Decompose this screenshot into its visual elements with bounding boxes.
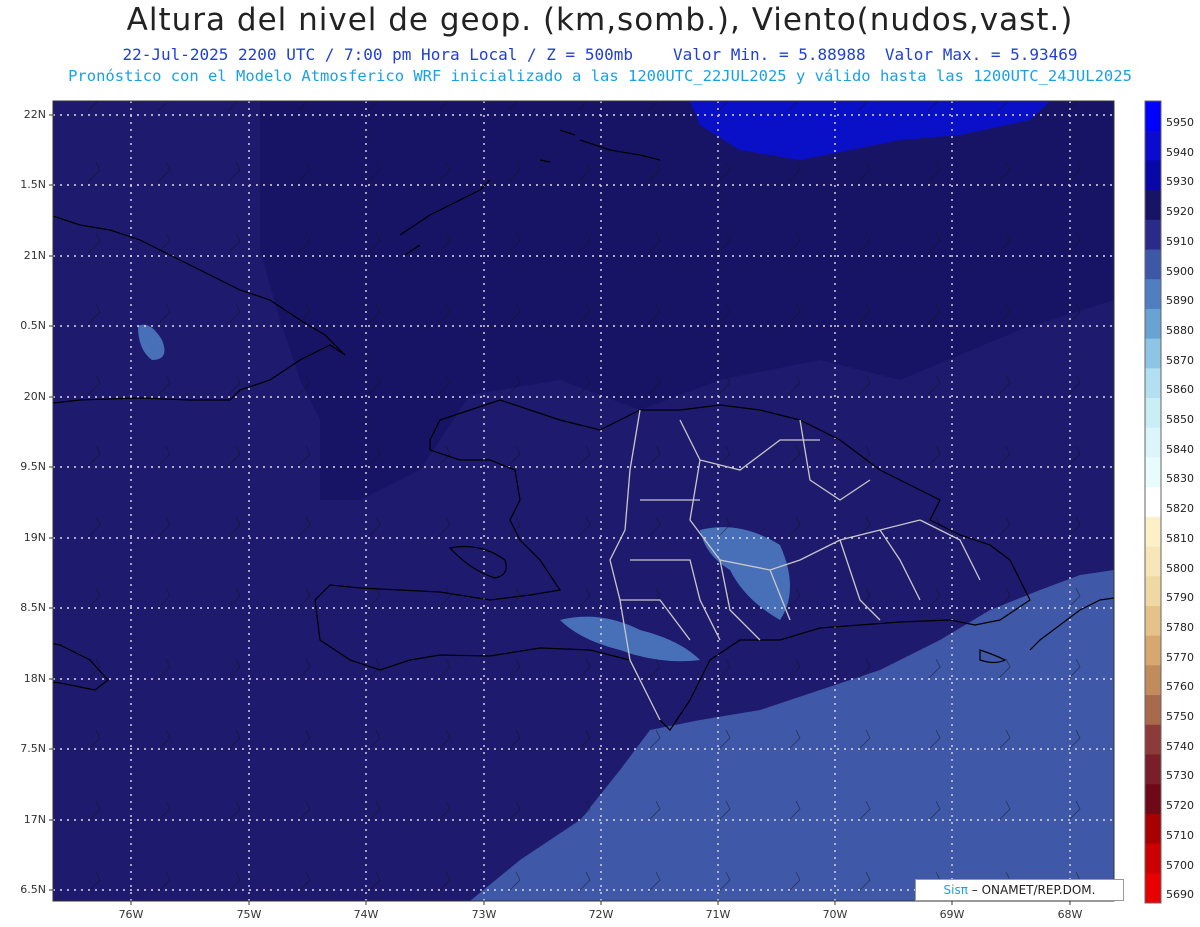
lat-label: 8.5N — [20, 601, 46, 614]
colorbar-swatch — [1145, 130, 1161, 161]
colorbar-swatch — [1145, 546, 1161, 577]
colorbar-swatch — [1145, 843, 1161, 874]
lon-label: 70W — [822, 908, 848, 921]
lat-label: 6.5N — [20, 883, 46, 896]
colorbar-label: 5870 — [1166, 353, 1194, 367]
colorbar-label: 5700 — [1166, 858, 1194, 872]
colorbar-label: 5850 — [1166, 413, 1194, 427]
colorbar-swatch — [1145, 784, 1161, 815]
lon-label: 76W — [118, 908, 144, 921]
lon-label: 69W — [939, 908, 965, 921]
lat-label: 22N — [23, 108, 46, 121]
credit-brand: Sisπ — [943, 883, 968, 897]
credit-box: Sisπ – ONAMET/REP.DOM. — [915, 879, 1124, 901]
colorbar-swatch — [1145, 457, 1161, 488]
colorbar-label: 5860 — [1166, 383, 1194, 397]
colorbar-label: 5770 — [1166, 650, 1194, 664]
colorbar — [1144, 100, 1162, 904]
colorbar-swatch — [1145, 813, 1161, 845]
lon-ticks — [130, 901, 1071, 905]
colorbar-label: 5750 — [1166, 710, 1194, 724]
colorbar-label: 5780 — [1166, 620, 1194, 634]
colorbar-label: 5730 — [1166, 769, 1194, 783]
lat-label: 1.5N — [20, 178, 46, 191]
colorbar-swatch — [1145, 101, 1161, 132]
colorbar-label: 5790 — [1166, 591, 1194, 605]
colorbar-swatch — [1145, 249, 1161, 280]
colorbar-swatch — [1145, 219, 1161, 251]
lat-label: 18N — [23, 672, 46, 685]
colorbar-label: 5710 — [1166, 828, 1194, 842]
colorbar-label: 5900 — [1166, 264, 1194, 278]
colorbar-label: 5920 — [1166, 205, 1194, 219]
lon-label: 73W — [471, 908, 497, 921]
colorbar-label: 5760 — [1166, 680, 1194, 694]
colorbar-swatch — [1145, 368, 1161, 399]
colorbar-swatch — [1145, 516, 1161, 548]
colorbar-swatch — [1145, 724, 1161, 755]
map-field — [53, 101, 1114, 901]
colorbar-swatch — [1145, 695, 1161, 726]
colorbar-label: 5820 — [1166, 502, 1194, 516]
lat-ticks — [49, 114, 53, 891]
colorbar-swatch — [1145, 308, 1161, 340]
colorbar-swatch — [1145, 338, 1161, 369]
lat-label: 0.5N — [20, 319, 46, 332]
colorbar-swatch — [1145, 190, 1161, 221]
colorbar-label: 5910 — [1166, 234, 1194, 248]
colorbar-swatch — [1145, 665, 1161, 696]
colorbar-swatch — [1145, 873, 1161, 904]
colorbar-swatch — [1145, 487, 1161, 518]
colorbar-swatch — [1145, 576, 1161, 607]
colorbar-label: 5800 — [1166, 561, 1194, 575]
colorbar-label: 5690 — [1166, 888, 1194, 902]
colorbar-label: 5930 — [1166, 175, 1194, 189]
lon-label: 71W — [705, 908, 731, 921]
lat-label: 20N — [23, 390, 46, 403]
lon-label: 75W — [236, 908, 262, 921]
colorbar-swatch — [1145, 605, 1161, 637]
lat-label: 7.5N — [20, 742, 46, 755]
colorbar-label: 5950 — [1166, 116, 1194, 129]
colorbar-label: 5890 — [1166, 294, 1194, 308]
colorbar-label: 5940 — [1166, 145, 1194, 159]
colorbar-label: 5810 — [1166, 531, 1194, 545]
lon-label: 72W — [588, 908, 614, 921]
colorbar-label: 5830 — [1166, 472, 1194, 486]
colorbar-swatch — [1145, 427, 1161, 458]
lat-label: 9.5N — [20, 460, 46, 473]
lat-label: 17N — [23, 813, 46, 826]
colorbar-swatch — [1145, 398, 1161, 429]
map-canvas — [49, 100, 1162, 905]
colorbar-swatch — [1145, 754, 1161, 785]
colorbar-swatch — [1145, 635, 1161, 666]
lon-label: 74W — [353, 908, 379, 921]
lat-label: 21N — [23, 249, 46, 262]
lat-label: 19N — [23, 531, 46, 544]
colorbar-swatch — [1145, 279, 1161, 310]
credit-text: – ONAMET/REP.DOM. — [971, 883, 1096, 897]
colorbar-label: 5880 — [1166, 323, 1194, 337]
colorbar-label: 5740 — [1166, 739, 1194, 753]
wind-barbs — [53, 101, 1114, 901]
colorbar-label: 5840 — [1166, 442, 1194, 456]
colorbar-label: 5720 — [1166, 799, 1194, 813]
lon-label: 68W — [1057, 908, 1083, 921]
colorbar-swatch — [1145, 160, 1161, 191]
